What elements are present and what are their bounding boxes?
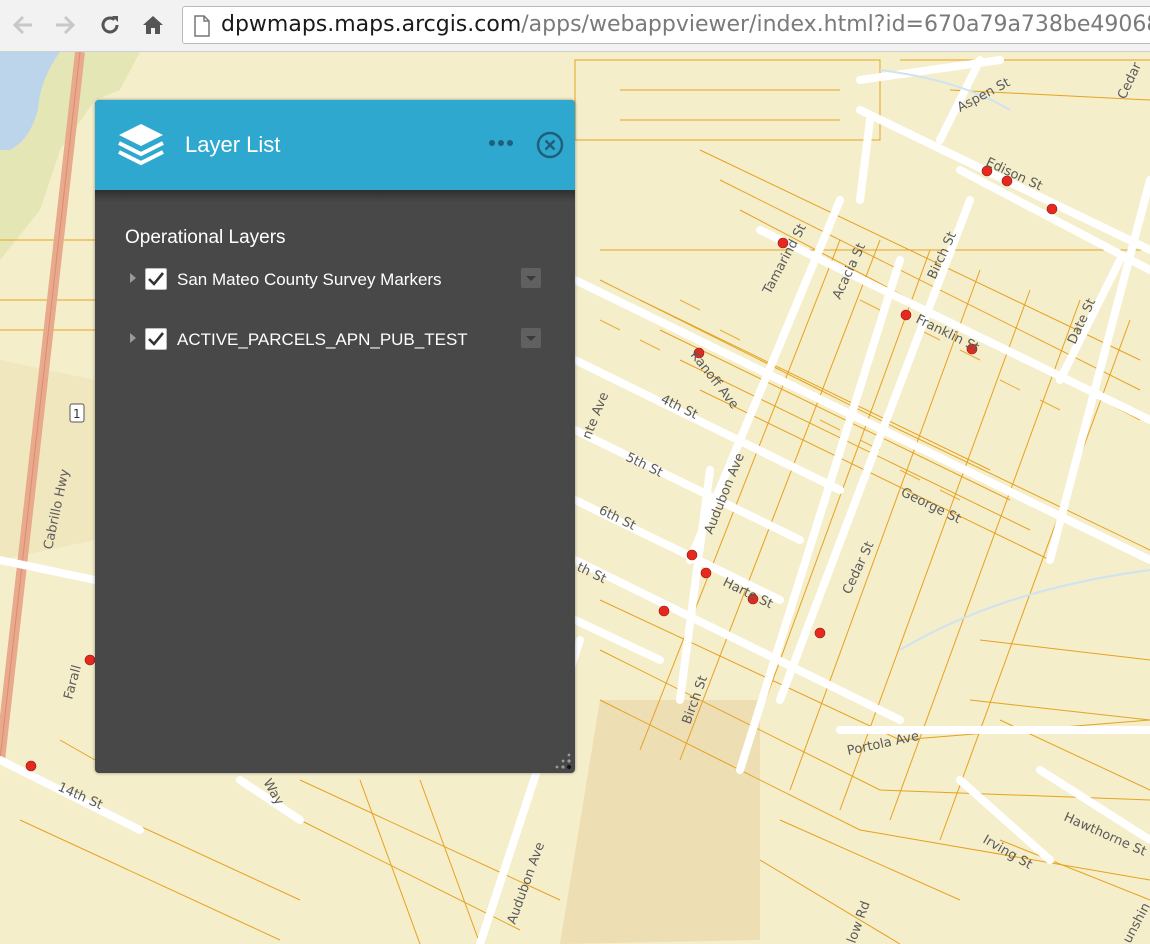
close-icon [536, 131, 564, 159]
more-options-button[interactable] [487, 132, 517, 154]
highway-number: 1 [73, 407, 81, 421]
chevron-down-icon [526, 276, 536, 281]
resize-handle-icon[interactable] [553, 751, 573, 771]
layer-list-panel: Layer List Operational Layers San Mateo … [95, 100, 575, 773]
layer-label[interactable]: ACTIVE_PARCELS_APN_PUB_TEST [177, 330, 468, 350]
layer-row[interactable]: San Mateo County Survey Markers [125, 266, 545, 296]
layer-checkbox[interactable] [145, 268, 167, 290]
page-icon [194, 15, 210, 37]
layer-menu-button[interactable] [521, 268, 541, 288]
layer-checkbox[interactable] [145, 328, 167, 350]
checkmark-icon [148, 332, 165, 346]
section-heading: Operational Layers [125, 227, 286, 248]
close-button[interactable] [535, 130, 565, 160]
back-arrow-icon [12, 15, 32, 35]
more-options-icon [489, 140, 513, 146]
url-path: /apps/webappviewer/index.html?id=670a79a… [521, 12, 1150, 37]
layers-icon [118, 124, 164, 166]
layer-row[interactable]: ACTIVE_PARCELS_APN_PUB_TEST [125, 326, 545, 356]
reload-button[interactable] [95, 10, 125, 40]
panel-title: Layer List [185, 132, 281, 157]
home-icon [143, 16, 163, 34]
reload-icon [101, 16, 119, 34]
expand-arrow-icon[interactable] [128, 332, 138, 344]
url-host: dpwmaps.maps.arcgis.com [221, 12, 522, 37]
forward-button[interactable] [50, 10, 80, 40]
browser-toolbar: dpwmaps.maps.arcgis.com/apps/webappviewe… [0, 0, 1150, 52]
layer-menu-button[interactable] [521, 328, 541, 348]
home-button[interactable] [138, 10, 168, 40]
expand-arrow-icon[interactable] [128, 272, 138, 284]
checkmark-icon [148, 272, 165, 286]
url-text: dpwmaps.maps.arcgis.com/apps/webappviewe… [221, 12, 1150, 38]
back-button[interactable] [8, 10, 38, 40]
panel-header[interactable]: Layer List [95, 100, 575, 190]
layer-label[interactable]: San Mateo County Survey Markers [177, 270, 442, 290]
chevron-down-icon [526, 336, 536, 341]
forward-arrow-icon [56, 15, 76, 35]
address-bar[interactable]: dpwmaps.maps.arcgis.com/apps/webappviewe… [182, 6, 1150, 44]
panel-header-shadow [95, 190, 575, 202]
